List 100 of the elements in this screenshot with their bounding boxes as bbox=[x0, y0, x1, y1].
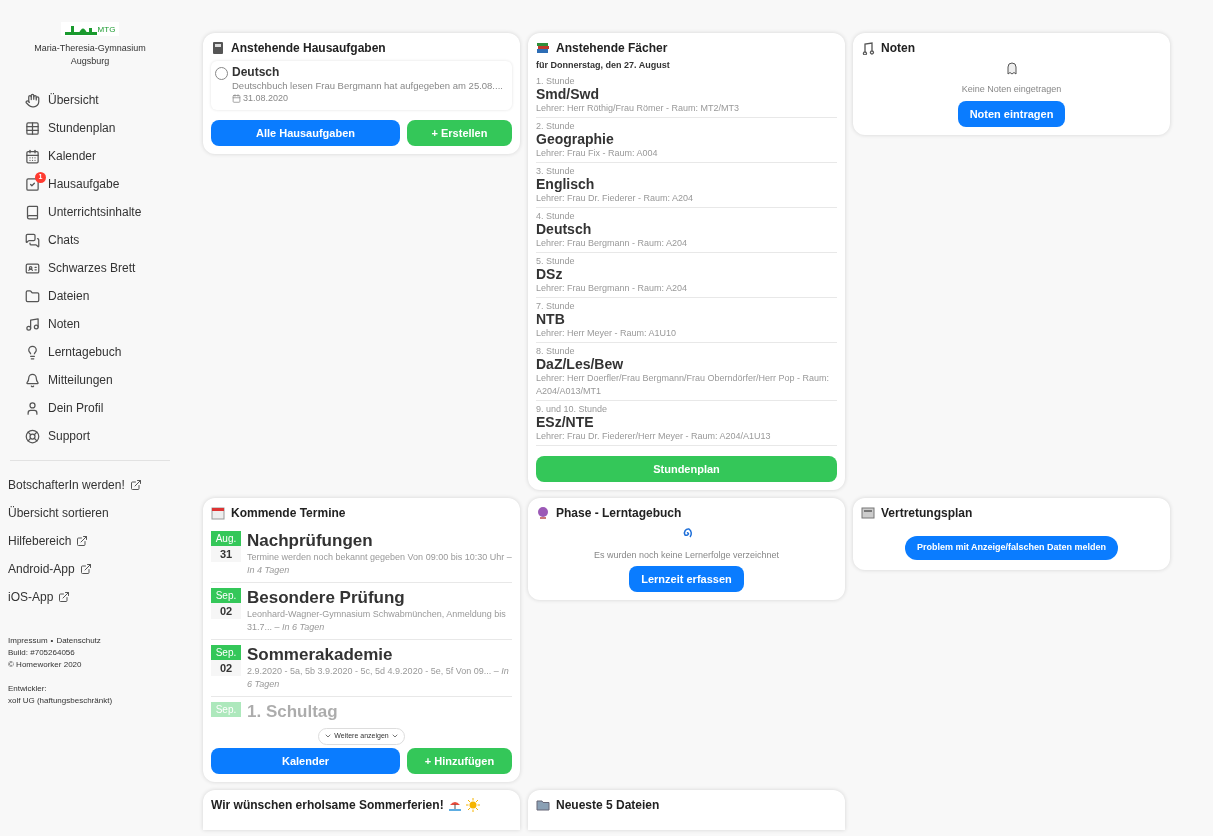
event-description: Termine werden noch bekannt gegeben Von 09:00 bis 10:30 Uhr – In 4 Tagen bbox=[247, 551, 512, 577]
folder-icon bbox=[25, 288, 40, 304]
period-label: 9. und 10. Stunde bbox=[536, 402, 609, 415]
newspaper-icon bbox=[861, 506, 875, 520]
subject-name: DaZ/Les/Bew bbox=[536, 356, 625, 372]
teacher-room-info: Lehrer: Frau Dr. Fiederer - Raum: A204 bbox=[536, 192, 695, 205]
teacher-room-info: Lehrer: Herr Meyer - Raum: A1U10 bbox=[536, 326, 678, 340]
empty-message: Keine Noten eingetragen bbox=[961, 83, 1062, 96]
sidebar-item[interactable]: Dateien bbox=[10, 282, 170, 310]
sidebar-item[interactable]: Übersicht bbox=[10, 86, 170, 114]
event-title: Sommerakademie bbox=[247, 645, 394, 665]
calendar-icon bbox=[232, 94, 241, 104]
period-label: 2. Stunde bbox=[536, 119, 576, 132]
event-item[interactable]: Sep. 02 Sommerakademie 2.9.2020 - 5a, 5b 3.9.2020 - 5c, 5d 4.9.2020 - 5e, 5f Von 09... – In 6 Tagen bbox=[211, 640, 512, 697]
sidebar-link[interactable]: iOS-App bbox=[0, 583, 170, 611]
card-title: Anstehende Hausaufgaben bbox=[231, 40, 386, 57]
checkbox[interactable] bbox=[215, 67, 228, 80]
period-label: 8. Stunde bbox=[536, 344, 576, 357]
book-icon bbox=[25, 204, 40, 220]
sidebar-item[interactable]: Lerntagebuch bbox=[10, 338, 170, 366]
sidebar-item[interactable]: Support bbox=[10, 422, 170, 450]
music-note-icon bbox=[25, 316, 40, 332]
card-title: Wir wünschen erholsame Sommerferien! bbox=[211, 797, 444, 814]
developer-label: Entwickler: bbox=[8, 683, 48, 695]
event-day: 02 bbox=[211, 603, 241, 619]
event-description: 2.9.2020 - 5a, 5b 3.9.2020 - 5c, 5d 4.9.2020 - 5e, 5f Von 09... – In 6 Tagen bbox=[247, 665, 510, 691]
event-month: Sep. bbox=[211, 588, 241, 603]
checkbox-icon bbox=[25, 176, 40, 192]
sidebar-link[interactable]: Hilfebereich bbox=[0, 527, 170, 555]
sidebar-item[interactable]: Chats bbox=[10, 226, 170, 254]
lightbulb-icon bbox=[25, 344, 40, 360]
teacher-room-info: Lehrer: Herr Röthig/Frau Römer - Raum: MT2/MT3 bbox=[536, 101, 741, 115]
event-month: Aug. bbox=[211, 531, 241, 546]
event-item[interactable]: Aug. 31 Nachprüfungen Termine werden noch bekannt gegeben Von 09:00 bis 10:30 Uhr – In 4 Tagen bbox=[211, 526, 512, 583]
period-label: 3. Stunde bbox=[536, 164, 576, 177]
school-name: Maria-Theresia-Gymnasium Augsburg bbox=[33, 42, 147, 68]
developer-name: xolf UG (haftungsbeschränkt) bbox=[8, 695, 114, 707]
sidebar-link[interactable]: BotschafterIn werden! bbox=[0, 471, 170, 499]
sidebar-item[interactable]: Stundenplan bbox=[10, 114, 170, 142]
subject-name: NTB bbox=[536, 311, 566, 327]
table-icon bbox=[25, 120, 40, 136]
subject-name: Englisch bbox=[536, 176, 596, 192]
period-label: 1. Stunde bbox=[536, 74, 576, 87]
period-label: 5. Stunde bbox=[536, 254, 576, 267]
sidebar-item[interactable]: Schwarzes Brett bbox=[10, 254, 170, 282]
external-link-icon bbox=[76, 535, 89, 547]
sidebar-link[interactable]: Android-App bbox=[0, 555, 170, 583]
footer-link[interactable]: Impressum bbox=[8, 635, 48, 647]
event-day: 02 bbox=[211, 660, 241, 676]
period-label: 4. Stunde bbox=[536, 209, 576, 222]
card-title: Neueste 5 Dateien bbox=[556, 797, 660, 814]
music-notes-icon bbox=[861, 41, 875, 55]
book-icon bbox=[211, 41, 225, 55]
sidebar-item[interactable]: Kalender bbox=[10, 142, 170, 170]
homework-item[interactable]: Deutsch Deutschbuch lesen Frau Bergmann hat aufgegeben am 25.08.... 31.08.2020 bbox=[211, 61, 512, 110]
event-title: Besondere Prüfung bbox=[247, 588, 406, 608]
hand-icon bbox=[25, 92, 40, 108]
teacher-room-info: Lehrer: Frau Fix - Raum: A004 bbox=[536, 147, 659, 160]
teacher-room-info: Lehrer: Frau Dr. Fiederer/Herr Meyer - Raum: A204/A1U13 bbox=[536, 429, 772, 443]
card-title: Anstehende Fächer bbox=[556, 40, 668, 57]
folder-icon bbox=[536, 798, 550, 812]
footer-link[interactable]: Datenschutz bbox=[56, 635, 101, 647]
homework-description: Deutschbuch lesen Frau Bergmann hat aufgegeben am 25.08.... bbox=[232, 79, 503, 92]
sidebar-item[interactable]: Mitteilungen bbox=[10, 366, 170, 394]
homework-subject: Deutsch bbox=[232, 65, 281, 79]
action-button[interactable]: Kalender bbox=[211, 747, 400, 774]
card-title: Kommende Termine bbox=[231, 505, 346, 522]
action-button[interactable]: Problem mit Anzeige/falschen Daten melden bbox=[904, 536, 1119, 560]
action-button[interactable]: Noten eintragen bbox=[957, 100, 1066, 127]
teacher-room-info: Lehrer: Herr Doerfler/Frau Bergmann/Frau Oberndörfer/Herr Pop - Raum: A204/A013/MT1 bbox=[536, 371, 831, 398]
external-link-icon bbox=[129, 479, 142, 491]
calendar-icon bbox=[25, 148, 40, 164]
sidebar-item[interactable]: Dein Profil bbox=[10, 394, 170, 422]
due-date: 31.08.2020 bbox=[243, 92, 289, 105]
subject-name: Smd/Swd bbox=[536, 86, 600, 102]
action-button[interactable]: Lernzeit erfassen bbox=[629, 565, 744, 592]
sidebar-link[interactable]: Übersicht sortieren bbox=[0, 499, 170, 527]
subject-name: Geographie bbox=[536, 131, 615, 147]
footer-text: © Homeworker 2020 bbox=[8, 659, 83, 671]
bell-icon bbox=[25, 372, 40, 388]
event-item[interactable]: Sep. 02 Besondere Prüfung Leonhard-Wagner-Gymnasium Schwabmünchen, Anmeldung bis 31.7... – In 6 Tagen bbox=[211, 583, 512, 640]
lifebuoy-icon bbox=[25, 428, 40, 444]
calendar-icon bbox=[211, 506, 225, 520]
logo: MTG bbox=[60, 22, 120, 36]
id-card-icon bbox=[25, 260, 40, 276]
external-link-icon bbox=[58, 591, 71, 603]
subject-name: Deutsch bbox=[536, 221, 593, 237]
sun-icon bbox=[465, 798, 480, 812]
sidebar-item[interactable]: Unterrichtsinhalte bbox=[10, 198, 170, 226]
event-month: Sep. bbox=[211, 702, 241, 717]
period-label: 7. Stunde bbox=[536, 299, 576, 312]
sidebar-item[interactable]: Noten bbox=[10, 310, 170, 338]
teacher-room-info: Lehrer: Frau Bergmann - Raum: A204 bbox=[536, 236, 689, 250]
event-month: Sep. bbox=[211, 645, 241, 660]
action-button[interactable]: Alle Hausaufgaben bbox=[211, 119, 400, 146]
event-title: 1. Schultag bbox=[247, 702, 338, 722]
user-icon bbox=[25, 400, 40, 416]
subtitle: für Donnerstag, den 27. August bbox=[536, 59, 671, 72]
crystal-ball-icon bbox=[536, 506, 550, 520]
footer-text: Build: #705264056 bbox=[8, 647, 76, 659]
